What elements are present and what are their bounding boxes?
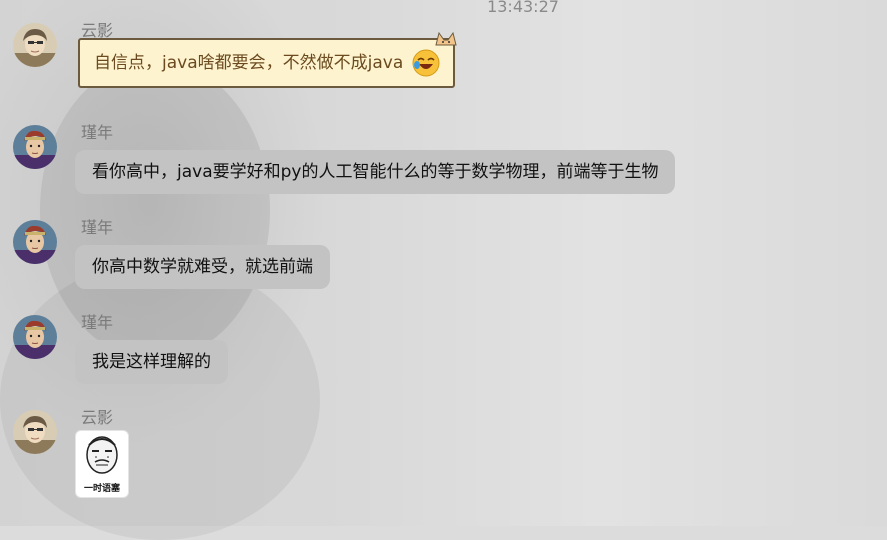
- laughing-emoji-icon: [412, 49, 440, 77]
- sender-name: 云影: [81, 408, 114, 427]
- message-text: 自信点，java啥都要会，不然做不成java: [94, 53, 404, 73]
- message-bubble[interactable]: 你高中数学就难受，就选前端: [75, 245, 330, 289]
- user-avatar-yunying-icon: [13, 23, 57, 67]
- avatar[interactable]: [13, 23, 57, 67]
- sender-name: 瑾年: [81, 313, 114, 332]
- user-avatar-jinnian-icon: [13, 220, 57, 264]
- message-text: 我是这样理解的: [92, 352, 211, 372]
- message-text: 你高中数学就难受，就选前端: [92, 257, 313, 277]
- avatar[interactable]: [13, 220, 57, 264]
- message-timestamp: 13:43:27: [487, 0, 559, 16]
- user-avatar-jinnian-icon: [13, 125, 57, 169]
- avatar[interactable]: [13, 125, 57, 169]
- user-avatar-yunying-icon: [13, 410, 57, 454]
- message-bubble[interactable]: 看你高中，java要学好和py的人工智能什么的等于数学物理，前端等于生物: [75, 150, 676, 194]
- avatar[interactable]: [13, 410, 57, 454]
- sticker-caption: 一时语塞: [83, 484, 120, 494]
- user-avatar-jinnian-icon: [13, 315, 57, 359]
- message-bubble[interactable]: 我是这样理解的: [75, 340, 228, 384]
- sender-name: 瑾年: [81, 123, 114, 142]
- sticker-message[interactable]: 一时语塞: [75, 430, 129, 498]
- cat-ears-decoration-icon: [435, 31, 457, 46]
- sender-name: 瑾年: [81, 218, 114, 237]
- avatar[interactable]: [13, 315, 57, 359]
- speechless-face-sticker-icon: [86, 436, 118, 474]
- message-text: 看你高中，java要学好和py的人工智能什么的等于数学物理，前端等于生物: [92, 162, 659, 182]
- message-bubble[interactable]: 自信点，java啥都要会，不然做不成java: [78, 31, 457, 88]
